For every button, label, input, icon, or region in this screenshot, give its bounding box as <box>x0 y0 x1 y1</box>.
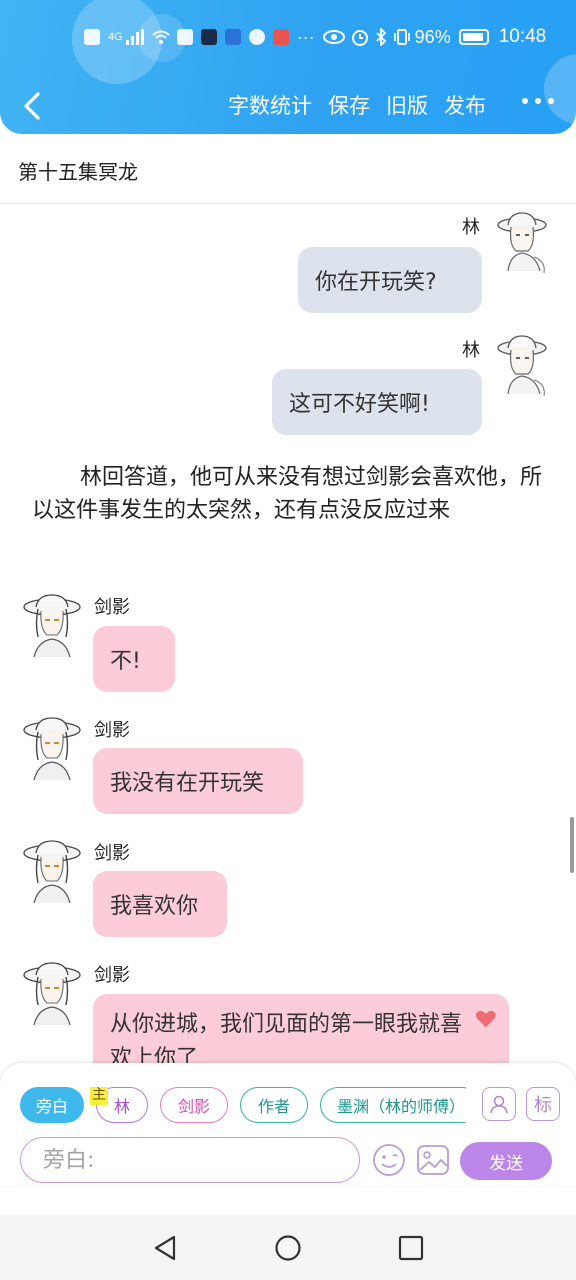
system-navigation-bar <box>0 1215 576 1280</box>
message-bubble[interactable]: 从你进城，我们见面的第一眼我就喜欢上你了 <box>93 994 509 1063</box>
signal-icon <box>125 29 144 45</box>
avatar-lin[interactable] <box>494 334 554 400</box>
speaker-name: 剑影 <box>94 720 130 741</box>
tag-button[interactable]: 标 <box>526 1087 560 1121</box>
send-button[interactable]: 发送 <box>460 1142 552 1180</box>
message-bubble[interactable]: 这可不好笑啊! <box>272 369 482 435</box>
toutiao-icon <box>176 29 193 45</box>
overflow-icon: ··· <box>296 26 315 47</box>
role-selector[interactable]: 旁白 林 主 剑影 作者 墨渊（林的师傅） <box>20 1087 466 1125</box>
avatar-jianying[interactable] <box>22 593 82 659</box>
avatar-jianying[interactable] <box>22 839 82 905</box>
eye-icon <box>322 30 345 44</box>
message-input[interactable] <box>20 1137 360 1183</box>
bluetooth-icon <box>376 28 386 46</box>
avatar-jianying[interactable] <box>22 961 82 1027</box>
old-version-button[interactable]: 旧版 <box>386 88 428 124</box>
more-options-icon[interactable] <box>522 98 554 104</box>
back-arrow-icon[interactable] <box>16 88 52 124</box>
message-bubble[interactable]: 我喜欢你 <box>93 871 227 937</box>
dashen-icon <box>200 29 217 45</box>
network-type: 4G <box>108 31 123 43</box>
book-icon <box>272 29 289 45</box>
vibrate-icon <box>393 29 410 45</box>
chapter-title[interactable]: 第十五集冥龙 <box>18 156 138 185</box>
narration-paragraph[interactable]: 林回答道，他可从来没有想过剑影会喜欢他，所以这件事发生的太突然，还有点没反应过来 <box>32 461 548 527</box>
hd-icon <box>84 29 100 45</box>
speaker-name: 剑影 <box>94 965 130 986</box>
role-chip-author[interactable]: 作者 <box>240 1087 308 1123</box>
battery-icon <box>458 29 489 45</box>
message-bubble[interactable]: 我没有在开玩笑 <box>93 748 303 814</box>
word-count-button[interactable]: 字数统计 <box>228 88 312 124</box>
home-circle-icon[interactable] <box>273 1233 303 1263</box>
composer-panel: 旁白 林 主 剑影 作者 墨渊（林的师傅） 标 发送 <box>0 1063 576 1185</box>
speaker-name: 剑影 <box>94 597 130 618</box>
back-triangle-icon[interactable] <box>150 1233 180 1263</box>
avatar-lin[interactable] <box>494 211 554 277</box>
scrollbar-thumb[interactable] <box>570 817 574 873</box>
avatar-jianying[interactable] <box>22 716 82 782</box>
app-header: 4G ··· 96% 10:48 字数统计 保存 旧版 发布 <box>0 0 576 134</box>
recents-square-icon[interactable] <box>396 1233 426 1263</box>
save-button[interactable]: 保存 <box>328 88 370 124</box>
speaker-name: 林 <box>462 217 480 238</box>
image-icon[interactable] <box>416 1143 450 1177</box>
emoji-icon[interactable] <box>372 1143 406 1177</box>
status-bar: 4G ··· 96% 10:48 <box>84 22 548 52</box>
wifi-icon <box>152 30 170 44</box>
publish-button[interactable]: 发布 <box>444 88 486 124</box>
add-character-icon[interactable] <box>482 1087 516 1121</box>
message-text: 从你进城，我们见面的第一眼我就喜欢上你了 <box>110 1012 463 1063</box>
speaker-name: 剑影 <box>94 843 130 864</box>
main-role-badge: 主 <box>90 1087 108 1105</box>
battery-percent: 96% <box>414 26 451 47</box>
clock: 10:48 <box>498 26 547 47</box>
nav-actions: 字数统计 保存 旧版 发布 <box>228 88 486 124</box>
speaker-name: 林 <box>462 340 480 361</box>
browser-icon <box>248 29 265 45</box>
heart-icon <box>476 1010 497 1028</box>
nav-bar: 字数统计 保存 旧版 发布 <box>0 84 576 128</box>
message-bubble[interactable]: 不! <box>93 626 175 692</box>
chat-content[interactable]: 林 你在开玩笑? 林 这可不好笑啊! 林回答道，他可从来没有想过剑影会喜欢他，所… <box>0 205 576 1063</box>
role-chip-moyuan[interactable]: 墨渊（林的师傅） <box>320 1087 466 1123</box>
role-chip-jianying[interactable]: 剑影 <box>160 1087 228 1123</box>
role-chip-narration[interactable]: 旁白 <box>20 1087 84 1123</box>
alarm-icon <box>351 30 368 46</box>
bulb-icon <box>224 29 241 45</box>
chapter-header: 第十五集冥龙 <box>0 134 576 204</box>
message-bubble[interactable]: 你在开玩笑? <box>298 247 482 313</box>
